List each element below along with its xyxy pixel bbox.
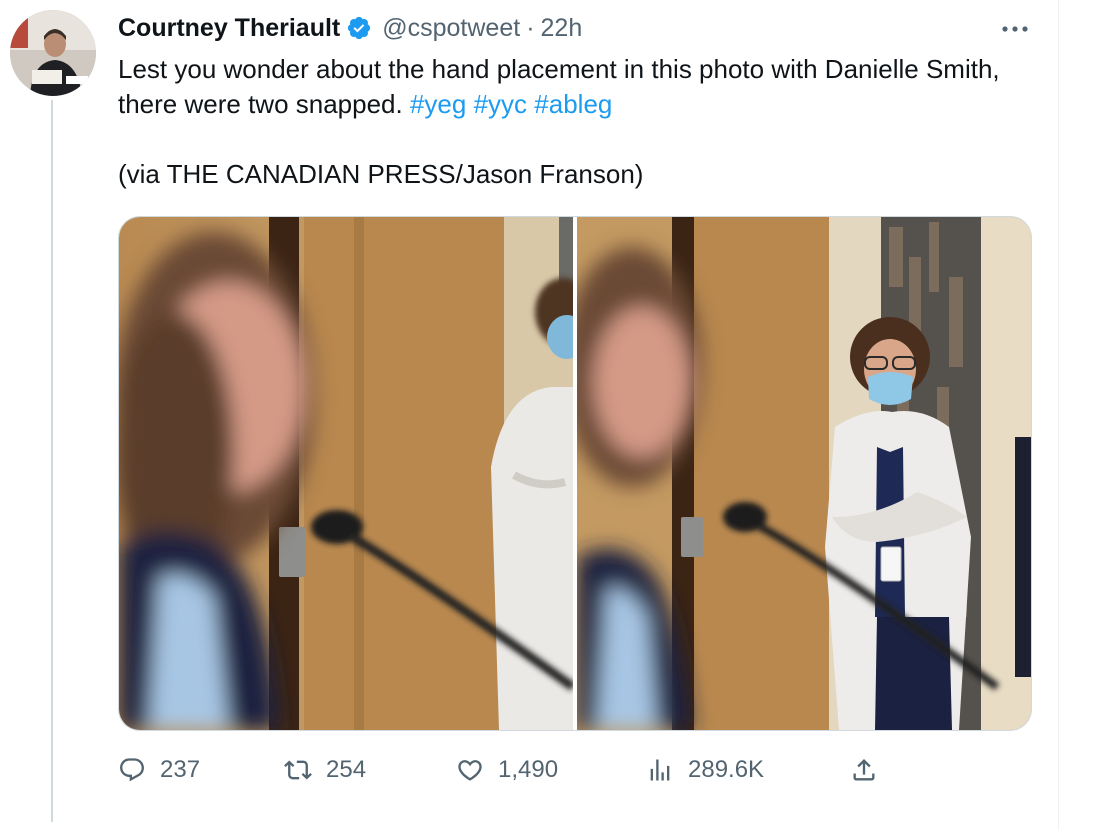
column-border <box>1058 0 1059 830</box>
avatar[interactable] <box>10 10 96 96</box>
hashtag-yyc[interactable]: #yyc <box>474 89 527 119</box>
reply-button[interactable]: 237 <box>118 750 200 790</box>
retweet-count: 254 <box>326 756 367 783</box>
tweet-text: Lest you wonder about the hand placement… <box>118 52 1018 192</box>
tweet-actions: 237 254 1,490 289.6K <box>118 750 898 790</box>
retweet-icon <box>284 760 312 780</box>
tweet-time[interactable]: 22h <box>541 14 583 43</box>
tweet-body: Lest you wonder about the hand placement… <box>118 52 1018 122</box>
photo-2[interactable] <box>577 217 1031 730</box>
hashtag-yeg[interactable]: #yeg <box>410 89 466 119</box>
retweet-button[interactable]: 254 <box>284 750 366 790</box>
reply-count: 237 <box>160 756 201 783</box>
verified-badge-icon <box>348 16 371 40</box>
like-count: 1,490 <box>498 756 559 783</box>
reply-icon <box>120 758 144 782</box>
share-icon <box>853 759 875 781</box>
like-button[interactable]: 1,490 <box>456 750 558 790</box>
media-grid <box>118 216 1032 731</box>
author-name[interactable]: Courtney Theriault <box>118 14 340 43</box>
photo-credit: (via THE CANADIAN PRESS/Jason Franson) <box>118 159 644 189</box>
tweet-header: Courtney Theriault @cspotweet · 22h <box>118 10 582 46</box>
heart-icon <box>458 760 482 781</box>
share-button[interactable] <box>850 750 892 790</box>
more-dots-icon[interactable] <box>995 14 1035 44</box>
hashtag-ableg[interactable]: #ableg <box>534 89 612 119</box>
views-icon <box>650 759 670 781</box>
view-count: 289.6K <box>688 756 765 783</box>
separator-dot: · <box>526 13 535 42</box>
photo-1-image <box>119 217 573 730</box>
avatar-image <box>10 10 96 96</box>
photo-1[interactable] <box>119 217 573 730</box>
views-button[interactable]: 289.6K <box>646 750 764 790</box>
thread-line <box>51 100 53 822</box>
author-handle[interactable]: @cspotweet <box>382 14 520 43</box>
photo-2-image <box>577 217 1031 730</box>
